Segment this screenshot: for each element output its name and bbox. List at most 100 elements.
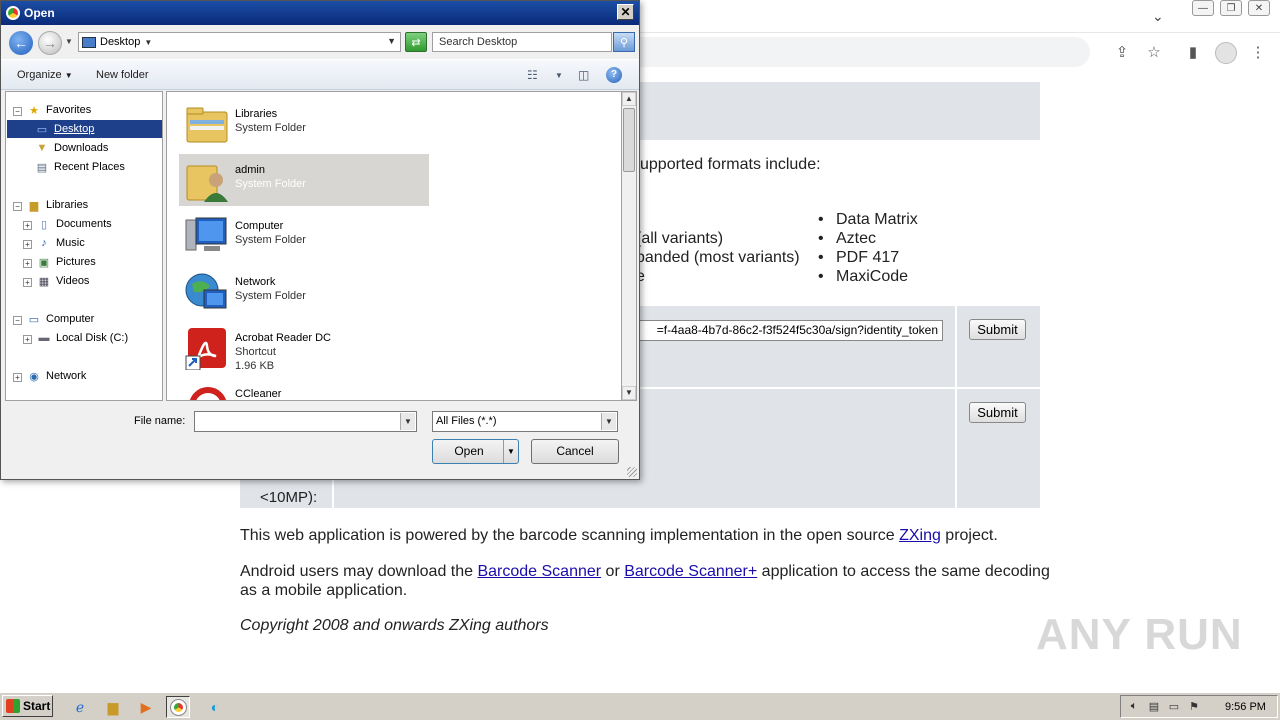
barcode-scanner-link[interactable]: Barcode Scanner — [477, 563, 601, 580]
action-center-flag-icon[interactable]: ⚑ — [1187, 700, 1201, 714]
address-dropdown-icon[interactable]: ▼ — [387, 36, 396, 46]
file-name-input[interactable]: ▼ — [194, 411, 417, 432]
scroll-thumb[interactable] — [623, 108, 635, 172]
expand-videos-icon[interactable]: + — [23, 278, 32, 287]
size-limit-label: <10MP): — [260, 489, 318, 506]
nav-item-computer[interactable]: ▭ Computer — [26, 310, 95, 328]
barcode-scanner-plus-link[interactable]: Barcode Scanner+ — [624, 563, 757, 580]
collapse-libraries-icon[interactable]: − — [13, 202, 22, 211]
minimize-icon[interactable]: — — [1192, 0, 1214, 16]
file-name-label: File name: — [134, 415, 186, 427]
computer-icon: ▭ — [28, 313, 40, 326]
format-item: banded (most variants) — [636, 249, 800, 266]
recent-locations-chevron-icon[interactable]: ▼ — [65, 37, 73, 46]
open-split-dropdown-icon[interactable]: ▼ — [503, 440, 518, 463]
dialog-search-input[interactable]: Search Desktop — [432, 32, 612, 52]
nav-item-documents[interactable]: ▯ Documents — [36, 215, 112, 233]
dialog-close-button[interactable]: ✕ — [617, 4, 634, 20]
view-options-icon[interactable]: ☷ — [527, 68, 538, 82]
cancel-button[interactable]: Cancel — [531, 439, 619, 464]
user-folder-icon — [186, 165, 228, 202]
share-icon[interactable]: ⇪ — [1113, 43, 1131, 61]
volume-icon[interactable]: 🔈︎ — [1127, 700, 1141, 714]
expand-pictures-icon[interactable]: + — [23, 259, 32, 268]
address-location[interactable]: Desktop — [100, 36, 140, 48]
help-icon[interactable]: ? — [606, 67, 622, 83]
chrome-taskbar-icon[interactable] — [166, 696, 190, 718]
recent-places-icon: ▤ — [36, 161, 48, 174]
start-button[interactable]: Start — [2, 695, 53, 717]
expand-network-icon[interactable]: + — [13, 373, 22, 382]
window-controls: — ❐ ✕ — [1192, 0, 1270, 16]
restore-icon[interactable]: ❐ — [1220, 0, 1242, 16]
edge-icon[interactable]: ◐ — [203, 696, 227, 718]
system-tray: 🔈︎ ▤ ▭ ⚑ 9:56 PM — [1120, 695, 1278, 718]
nav-item-music[interactable]: ♪ Music — [36, 234, 84, 252]
back-arrow-icon[interactable]: ← — [9, 31, 33, 55]
new-folder-button[interactable]: New folder — [96, 69, 149, 81]
scroll-up-icon[interactable]: ▲ — [622, 92, 636, 106]
file-item-network[interactable]: Network System Folder — [179, 266, 429, 318]
internet-explorer-icon[interactable]: ℯ — [68, 696, 92, 718]
zxing-link[interactable]: ZXing — [899, 527, 941, 544]
collapse-computer-icon[interactable]: − — [13, 316, 22, 325]
breadcrumb-arrow-icon[interactable]: ▼ — [144, 38, 152, 47]
menu-kebab-icon[interactable]: ⋮ — [1249, 43, 1267, 61]
ccleaner-icon — [189, 387, 227, 400]
view-dropdown-icon[interactable]: ▼ — [555, 71, 563, 80]
profile-avatar[interactable] — [1215, 42, 1237, 64]
display-icon[interactable]: ▭ — [1167, 700, 1181, 714]
side-panel-icon[interactable]: ▮ — [1184, 43, 1202, 61]
file-item-acrobat-reader[interactable]: Acrobat Reader DC Shortcut 1.96 KB — [179, 322, 429, 380]
submit-file-button[interactable]: Submit — [969, 402, 1026, 423]
clock[interactable]: 9:56 PM — [1225, 701, 1266, 713]
resize-grip[interactable] — [627, 467, 637, 477]
expand-music-icon[interactable]: + — [23, 240, 32, 249]
file-list-scrollbar[interactable]: ▲ ▼ — [621, 91, 637, 401]
tab-search-chevron-icon[interactable]: ⌄ — [1152, 8, 1164, 25]
collapse-favorites-icon[interactable]: − — [13, 107, 22, 116]
preview-pane-icon[interactable]: ◫ — [578, 68, 589, 82]
computer-icon — [185, 217, 227, 251]
search-icon[interactable]: ⚲ — [613, 32, 635, 52]
desktop-icon — [82, 36, 96, 48]
file-type-filter[interactable]: All Files (*.*) ▼ — [432, 411, 618, 432]
nav-item-desktop[interactable]: ▭ Desktop — [7, 120, 162, 138]
nav-item-downloads[interactable]: ▼ Downloads — [34, 139, 109, 157]
submit-url-button[interactable]: Submit — [969, 319, 1026, 340]
close-window-icon[interactable]: ✕ — [1248, 0, 1270, 16]
chrome-icon — [169, 698, 187, 716]
desktop-icon: ▭ — [36, 123, 48, 136]
nav-item-pictures[interactable]: ▣ Pictures — [36, 253, 96, 271]
nav-item-videos[interactable]: ▦ Videos — [36, 272, 90, 290]
nav-item-favorites[interactable]: ★ Favorites — [26, 101, 91, 119]
favorites-star-icon: ★ — [29, 104, 39, 117]
nav-item-network[interactable]: ◉ Network — [26, 367, 86, 385]
expand-documents-icon[interactable]: + — [23, 221, 32, 230]
filter-dropdown-icon[interactable]: ▼ — [601, 413, 616, 430]
file-item-libraries[interactable]: Libraries System Folder — [179, 98, 429, 150]
nav-item-recent-places[interactable]: ▤ Recent Places — [34, 158, 125, 176]
organize-menu[interactable]: Organize ▼ — [17, 69, 73, 81]
file-item-admin[interactable]: admin System Folder — [179, 154, 429, 206]
file-item-computer[interactable]: Computer System Folder — [179, 210, 429, 262]
forward-arrow-icon[interactable]: → — [38, 31, 62, 55]
formats-list-right: Data Matrix Aztec PDF 417 MaxiCode — [818, 210, 918, 286]
network-tray-icon[interactable]: ▤ — [1147, 700, 1161, 714]
copyright-text: Copyright 2008 and onwards ZXing authors — [240, 617, 549, 634]
explorer-folder-icon[interactable]: ▆ — [101, 696, 125, 718]
open-button[interactable]: Open ▼ — [432, 439, 519, 464]
dialog-titlebar[interactable]: Open ✕ — [1, 1, 639, 25]
refresh-icon[interactable]: ⇄ — [405, 32, 427, 52]
file-name-dropdown-icon[interactable]: ▼ — [400, 413, 415, 430]
address-bar[interactable] — [600, 37, 1090, 67]
scroll-down-icon[interactable]: ▼ — [622, 386, 636, 400]
bookmark-star-icon[interactable]: ☆ — [1145, 43, 1163, 61]
media-player-icon[interactable]: ▶ — [134, 696, 158, 718]
url-input[interactable]: f-4aa8-4b7d-86c2-f3f524f5c30a/sign?ident… — [630, 320, 943, 341]
nav-item-libraries[interactable]: ▆ Libraries — [26, 196, 88, 214]
file-item-ccleaner[interactable]: CCleaner — [179, 378, 429, 400]
dialog-address-bar[interactable]: Desktop ▼ ▼ — [78, 32, 401, 52]
expand-local-disk-icon[interactable]: + — [23, 335, 32, 344]
nav-item-local-disk[interactable]: ▬ Local Disk (C:) — [36, 329, 129, 347]
